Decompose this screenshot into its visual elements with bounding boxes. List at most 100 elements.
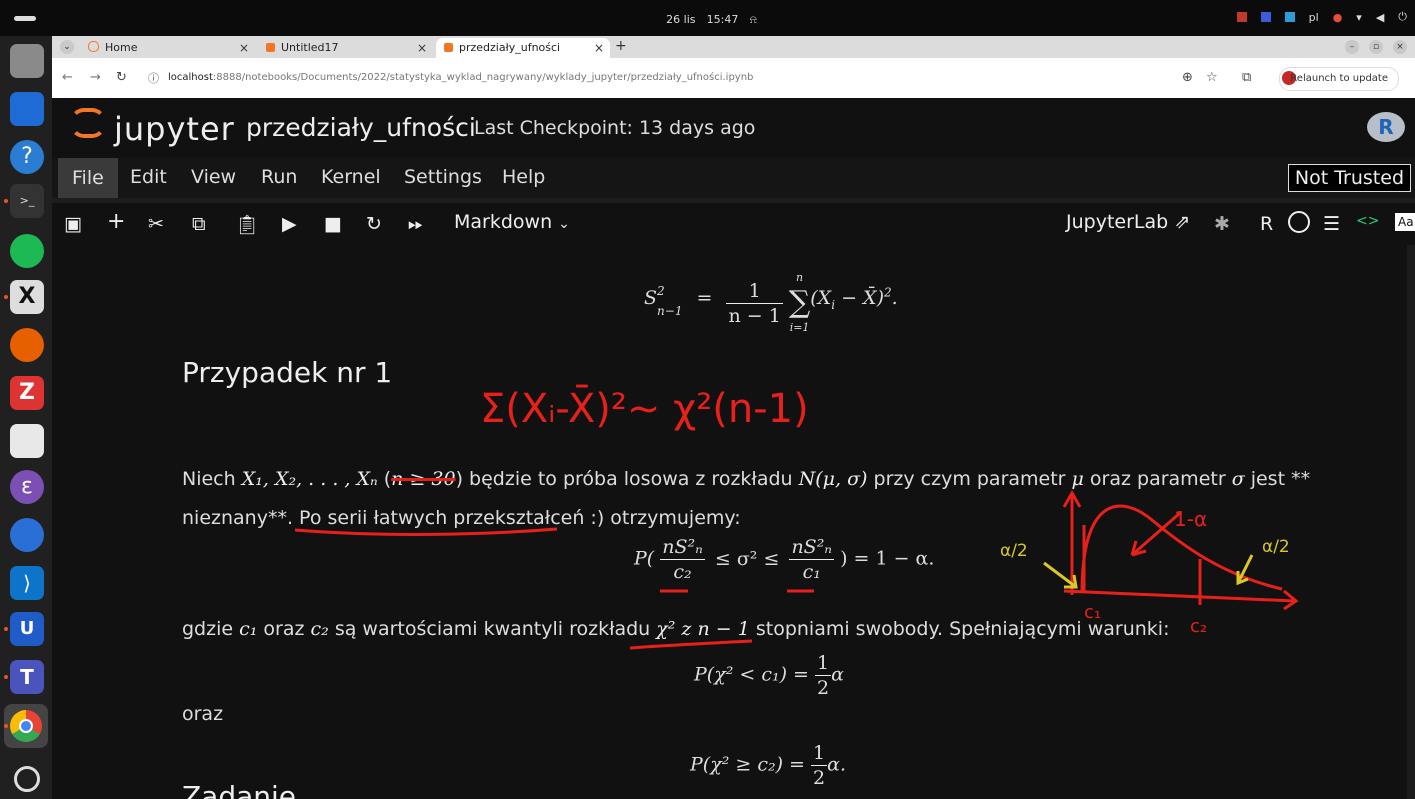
tab-label: przedziały_ufności <box>459 41 561 54</box>
handwritten-formula: Σ(Xᵢ-X̄)²∼ χ²(n-1) <box>480 386 809 432</box>
run-icon[interactable]: ▶ <box>282 213 297 235</box>
close-tab-icon[interactable]: × <box>239 38 249 58</box>
tab-przedzialy-ufnosci[interactable]: przedziały_ufności × <box>436 38 610 58</box>
spotify-app-icon[interactable] <box>10 234 44 268</box>
kernel-name[interactable]: R <box>1260 213 1273 235</box>
chrome-app-icon-active[interactable] <box>4 704 48 748</box>
tab-label: Home <box>105 41 138 54</box>
handwritten-one-minus-alpha: 1-α <box>1174 507 1208 531</box>
keyboard-layout[interactable]: pl <box>1309 11 1319 24</box>
debugger-icon[interactable]: ✱ <box>1214 213 1230 235</box>
minimize-icon[interactable]: – <box>1345 40 1359 54</box>
zoom-icon[interactable]: ⊕ <box>1182 70 1193 85</box>
handwritten-alpha-half-right: α/2 <box>1262 537 1290 557</box>
emacs-app-icon[interactable]: ε <box>10 470 44 504</box>
scrollbar[interactable] <box>1407 245 1415 799</box>
files-app-icon[interactable] <box>10 44 44 78</box>
tray-app-icon[interactable] <box>1284 12 1295 22</box>
notebook-favicon-icon <box>444 43 453 52</box>
jupyterlab-label: JupyterLab <box>1066 211 1169 233</box>
running-indicator <box>4 199 8 203</box>
notification-icon: ⍾ <box>749 13 757 26</box>
menu-view[interactable]: View <box>191 166 236 188</box>
handwritten-alpha-half-left: α/2 <box>1000 541 1028 561</box>
chrome-icon-center <box>19 719 33 733</box>
ink-underline <box>629 639 753 650</box>
browser-window: ⌄ Home × Untitled17 × przedziały_ufności… <box>52 36 1415 799</box>
menu-run[interactable]: Run <box>261 166 297 188</box>
back-icon[interactable]: ← <box>62 70 73 85</box>
menu-file[interactable]: File <box>58 158 118 198</box>
bitwarden-app-icon[interactable]: U <box>10 612 44 646</box>
code-icon[interactable]: <> <box>1356 213 1379 229</box>
restart-run-all-icon[interactable]: ⏩︎ <box>408 213 423 235</box>
paste-icon[interactable]: 📋︎ <box>235 213 259 236</box>
thunderbird-app-icon[interactable] <box>10 518 44 552</box>
window-controls: – ▫ × <box>1345 40 1407 54</box>
forward-icon[interactable]: → <box>90 70 101 85</box>
menu-kernel[interactable]: Kernel <box>321 166 381 188</box>
running-indicator <box>4 295 8 299</box>
tab-search-icon[interactable]: ⌄ <box>60 40 74 54</box>
system-tray: pl ● ▾ ◀ ⏻ <box>1236 10 1407 24</box>
stop-icon[interactable]: ■ <box>324 213 342 235</box>
restart-icon[interactable]: ↻ <box>366 213 382 235</box>
tray-app-icon[interactable] <box>1260 12 1271 22</box>
cell-type-select[interactable]: Markdown ⌄ <box>454 211 570 233</box>
close-tab-icon[interactable]: × <box>417 38 427 58</box>
menu-bar: File Edit View Run Kernel Settings Help … <box>52 158 1415 198</box>
jupyter-favicon-icon <box>88 41 99 52</box>
url-field[interactable]: localhost:8888/notebooks/Documents/2022/… <box>168 72 753 83</box>
font-size-icon[interactable]: Aa <box>1395 213 1415 231</box>
zotero-app-icon[interactable]: Z <box>10 376 44 410</box>
tab-home[interactable]: Home × <box>80 38 255 58</box>
running-indicator <box>4 675 8 679</box>
relaunch-to-update-button[interactable]: Relaunch to update <box>1279 67 1399 91</box>
vscode-app-icon[interactable]: ⟩ <box>10 566 44 600</box>
wifi-icon[interactable]: ▾ <box>1356 11 1362 24</box>
not-trusted-button[interactable]: Not Trusted <box>1287 164 1411 192</box>
system-top-bar: 26 lis 15:47 ⍾ pl ● ▾ ◀ ⏻ <box>0 0 1415 36</box>
chevron-down-icon: ⌄ <box>558 216 570 232</box>
document-viewer-app-icon[interactable] <box>10 424 44 458</box>
help-app-icon[interactable]: ? <box>10 140 44 174</box>
xournal-app-icon[interactable]: X <box>10 280 44 314</box>
menu-settings[interactable]: Settings <box>404 166 482 188</box>
menu-edit[interactable]: Edit <box>130 166 167 188</box>
extensions-icon[interactable]: ⧉ <box>1242 70 1251 85</box>
bookmark-star-icon[interactable]: ☆ <box>1206 70 1218 85</box>
writer-app-icon[interactable] <box>10 92 44 126</box>
show-apps-icon[interactable] <box>14 766 40 792</box>
menu-help[interactable]: Help <box>502 166 545 188</box>
copy-icon[interactable]: ⧉ <box>192 213 206 235</box>
tab-untitled17[interactable]: Untitled17 × <box>258 38 433 58</box>
reload-icon[interactable]: ↻ <box>116 70 127 85</box>
cut-icon[interactable]: ✂ <box>148 213 164 235</box>
site-info-icon[interactable]: ⓘ <box>148 70 159 86</box>
system-clock[interactable]: 26 lis 15:47 ⍾ <box>0 13 1415 27</box>
firefox-app-icon[interactable] <box>10 328 44 362</box>
maximize-icon[interactable]: ▫ <box>1369 40 1383 54</box>
notebook-title[interactable]: przedziały_ufności <box>246 113 476 142</box>
terminal-app-icon[interactable]: >_ <box>10 184 44 218</box>
close-window-icon[interactable]: × <box>1393 40 1407 54</box>
address-bar: ← → ↻ ⓘ localhost:8888/notebooks/Documen… <box>52 58 1415 99</box>
handwritten-annotations <box>294 489 1299 650</box>
mic-muted-icon[interactable]: ● <box>1333 11 1343 24</box>
app-dock: ? >_ X Z ε ⟩ U T <box>0 36 52 799</box>
jupyter-logo[interactable]: jupyter <box>70 108 235 148</box>
kernel-status-icon <box>1288 211 1310 233</box>
save-icon[interactable]: ▣ <box>64 213 82 235</box>
hamburger-menu-icon[interactable]: ☰ <box>1323 213 1340 235</box>
close-tab-icon[interactable]: × <box>594 38 604 58</box>
open-jupyterlab-link[interactable]: JupyterLab ⇗ <box>1066 211 1190 233</box>
power-icon[interactable]: ⏻ <box>1398 10 1407 24</box>
new-tab-button[interactable]: + <box>615 38 627 54</box>
teams-app-icon[interactable]: T <box>10 660 44 694</box>
volume-icon[interactable]: ◀ <box>1376 11 1384 24</box>
jupyter-logo-icon <box>70 108 106 138</box>
tab-strip: ⌄ Home × Untitled17 × przedziały_ufności… <box>52 36 1415 58</box>
add-cell-icon[interactable]: + <box>107 209 125 234</box>
url-path: :8888/notebooks/Documents/2022/statystyk… <box>212 72 754 83</box>
tray-app-icon[interactable] <box>1236 12 1247 22</box>
